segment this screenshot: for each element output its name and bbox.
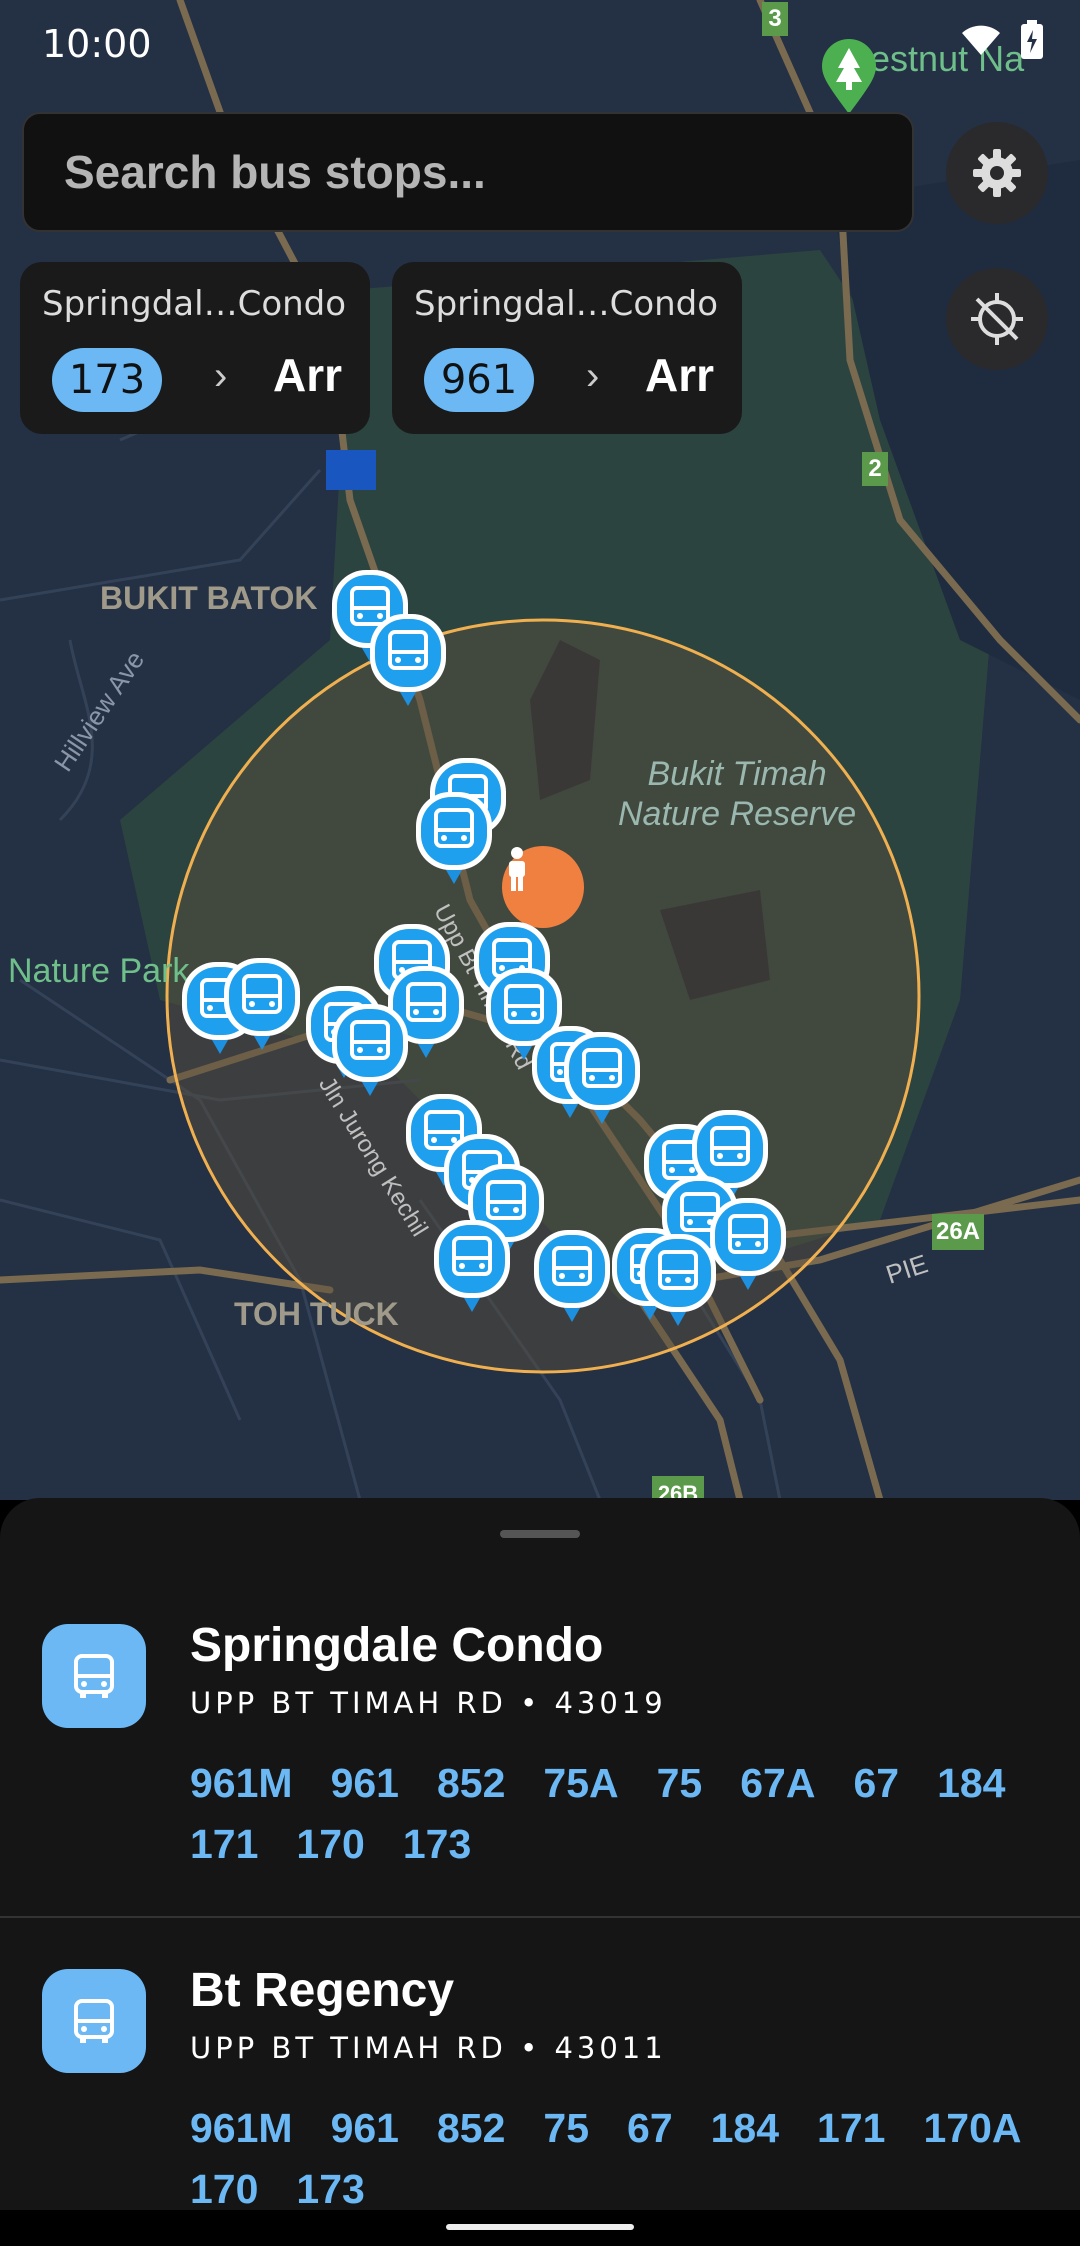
status-bar: 10:00 [0, 0, 1080, 90]
bus-icon [434, 1220, 510, 1312]
bus-stop-marker[interactable] [432, 1218, 512, 1314]
map-label-reserve-line2: Nature Reserve [618, 795, 857, 833]
bus-stop-name: Bt Regency [190, 1964, 455, 2017]
chevron-right-icon: › [586, 354, 600, 398]
map-label-toh-tuck: TOH TUCK [234, 1296, 399, 1332]
bus-stop-sheet[interactable]: Springdale Condo UPP BT TIMAH RD • 43019… [0, 1498, 1080, 2210]
bus-icon [710, 1198, 786, 1290]
bus-icon [640, 1234, 716, 1326]
bus-stop-marker[interactable] [638, 1232, 718, 1328]
favorite-arrival: Arr [272, 349, 342, 401]
bus-service-number: 184 [710, 2105, 780, 2151]
favorite-service-pill: 173 [52, 348, 162, 412]
bus-service-number: 961 [330, 1760, 399, 1806]
bus-icon [416, 792, 492, 884]
bus-stop-icon [42, 1969, 146, 2073]
route-shield: 26B [652, 1476, 704, 1500]
wifi-icon [962, 25, 1000, 55]
favorite-card[interactable]: Springdal…Condo 173 › Arr [20, 262, 370, 434]
bus-service-number: 171 [190, 1821, 259, 1867]
bus-icon [224, 958, 300, 1050]
map-label-reserve: Bukit Timah Nature Reserve [618, 754, 856, 834]
my-location-button[interactable] [946, 268, 1048, 370]
bus-stop-marker[interactable] [368, 612, 448, 708]
map-label-bukit-batok: BUKIT BATOK [100, 580, 318, 616]
favorite-service-pill: 961 [424, 348, 534, 412]
battery-icon [1021, 20, 1043, 59]
bus-stop-road-code: UPP BT TIMAH RD • 43019 [190, 1686, 667, 1720]
list-divider [0, 1916, 1080, 1918]
bus-stop-marker[interactable] [708, 1196, 788, 1292]
user-location-marker [502, 846, 584, 928]
search-placeholder: Search bus stops... [64, 146, 486, 198]
bus-stop-road: UPP BT TIMAH RD [190, 1686, 507, 1720]
separator-dot: • [520, 1686, 542, 1720]
chevron-right-icon: › [214, 354, 228, 398]
bus-services-list: 961M 961 852 75 67 184 171 170A 170 173 [190, 2105, 1050, 2210]
search-bar[interactable]: Search bus stops... [22, 112, 914, 232]
bus-icon [74, 1654, 114, 1698]
bus-service-number: 170 [190, 2166, 259, 2210]
bus-service-number: 961 [330, 2105, 399, 2151]
home-indicator[interactable] [446, 2224, 634, 2230]
bus-stop-marker[interactable] [414, 790, 494, 886]
bus-stop-marker[interactable] [330, 1002, 410, 1098]
route-shield: 2 [862, 452, 888, 486]
bus-stop-marker[interactable] [562, 1030, 642, 1126]
bus-stop-item[interactable]: Bt Regency UPP BT TIMAH RD • 43011 961M 9… [0, 1953, 1080, 2210]
bus-icon [564, 1032, 640, 1124]
bus-service-number: 171 [817, 2105, 886, 2151]
bus-service-number: 961M [190, 2105, 293, 2151]
favorite-stop-name: Springdal…Condo [42, 284, 347, 324]
bus-stop-marker[interactable] [222, 956, 302, 1052]
person-icon [509, 847, 525, 891]
bus-stop-code: 43011 [554, 2031, 667, 2065]
bus-service-number: 170A [923, 2105, 1022, 2151]
settings-button[interactable] [946, 122, 1048, 224]
favorite-arrival: Arr [644, 349, 714, 401]
bus-service-number: 961M [190, 1760, 293, 1806]
bus-icon [534, 1230, 610, 1322]
bus-service-number: 67 [853, 1760, 900, 1806]
status-time: 10:00 [42, 22, 152, 66]
favorite-stop-name: Springdal…Condo [414, 284, 719, 324]
favorite-card[interactable]: Springdal…Condo 961 › Arr [392, 262, 742, 434]
bus-stop-name: Springdale Condo [190, 1619, 604, 1672]
bus-stop-item[interactable]: Springdale Condo UPP BT TIMAH RD • 43019… [0, 1608, 1080, 1908]
bus-stop-marker[interactable] [532, 1228, 612, 1324]
sheet-drag-handle[interactable] [500, 1530, 580, 1538]
bus-service-number: 75A [543, 1760, 619, 1806]
bus-service-number: 67 [627, 2105, 673, 2151]
location-off-icon [971, 293, 1023, 345]
bus-service-number: 184 [937, 1760, 1006, 1806]
gesture-nav-bar [0, 2210, 1080, 2246]
bus-service-number: 75 [543, 2105, 590, 2151]
bus-service-number: 170 [296, 1821, 365, 1867]
bus-stop-icon [42, 1624, 146, 1728]
bus-service-number: 852 [436, 1760, 506, 1806]
bus-service-number: 852 [436, 2105, 506, 2151]
bus-icon [370, 614, 446, 706]
bus-stop-code: 43019 [554, 1686, 667, 1720]
separator-dot: • [520, 2031, 542, 2065]
bus-service-number: 67A [740, 1760, 816, 1806]
bus-services-list: 961M 961 852 75A 75 67A 67 184 171 170 173 [190, 1760, 1050, 1868]
bus-service-number: 173 [296, 2166, 365, 2210]
bus-icon [74, 1999, 114, 2043]
bus-service-number: 173 [402, 1821, 472, 1867]
bus-stop-road: UPP BT TIMAH RD [190, 2031, 507, 2065]
bus-service-number: 75 [656, 1760, 703, 1806]
map-label-nature-park: Nature Park [8, 952, 190, 990]
settings-gear-icon [973, 149, 1021, 197]
bus-stop-road-code: UPP BT TIMAH RD • 43011 [190, 2031, 667, 2065]
map-label-reserve-line1: Bukit Timah [647, 755, 827, 793]
route-shield: 26A [932, 1214, 984, 1250]
bus-icon [332, 1004, 408, 1096]
